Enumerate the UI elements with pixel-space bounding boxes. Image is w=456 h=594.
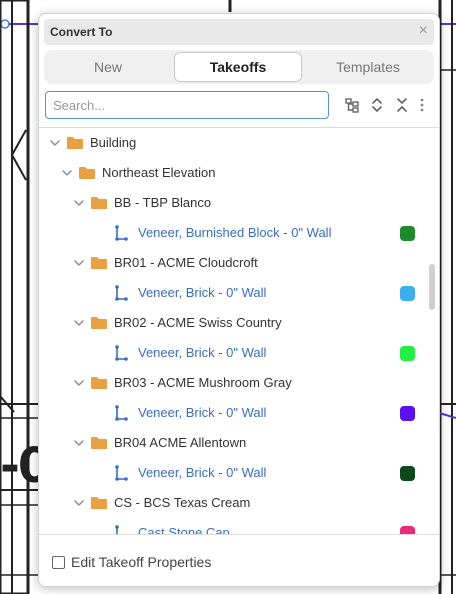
edit-takeoff-properties-label[interactable]: Edit Takeoff Properties [71,554,211,570]
chevron-down-icon[interactable] [73,497,85,509]
tree-folder-row[interactable]: BR02 - ACME Swiss Country [39,308,429,338]
linear-takeoff-icon [115,465,128,481]
color-swatch[interactable] [400,286,415,301]
edit-takeoff-properties-checkbox[interactable] [52,556,65,569]
tab-bar: New Takeoffs Templates [44,50,434,84]
chevron-down-icon[interactable] [73,197,85,209]
collapse-all-icon[interactable] [391,94,413,116]
linear-takeoff-icon [115,225,128,241]
chevron-down-icon[interactable] [73,437,85,449]
tree-folder-row[interactable]: BR01 - ACME Cloudcroft [39,248,429,278]
linear-takeoff-icon [115,525,119,534]
color-swatch[interactable] [400,406,415,421]
tree-folder-label: CS - BCS Texas Cream [114,495,251,510]
search-input[interactable] [45,91,329,119]
tab-templates[interactable]: Templates [302,52,434,82]
folder-icon [67,137,83,149]
tree-structure-icon[interactable] [341,94,363,116]
folder-icon [91,317,107,329]
tree-item-label: Veneer, Brick - 0" Wall [138,465,267,480]
folder-icon [91,377,107,389]
expand-all-icon[interactable] [366,94,388,116]
dialog-footer: Edit Takeoff Properties [39,535,439,586]
tab-takeoffs[interactable]: Takeoffs [174,52,302,82]
tree-item-row[interactable]: Cast Stone Cap [39,518,429,534]
chevron-down-icon[interactable] [73,377,85,389]
tree-folder-label: BR02 - ACME Swiss Country [114,315,282,330]
tree-folder-label: BB - TBP Blanco [114,195,212,210]
tree-item-label: Veneer, Brick - 0" Wall [138,345,267,360]
more-vertical-icon[interactable] [416,94,428,116]
color-swatch[interactable] [400,226,415,241]
tree-item-row[interactable]: Veneer, Brick - 0" Wall [39,278,429,308]
convert-to-dialog: Convert To × New Takeoffs Templates Buil… [38,13,440,587]
chevron-down-icon[interactable] [49,137,61,149]
tree-item-label: Veneer, Brick - 0" Wall [138,405,267,420]
tree-folder-row[interactable]: CS - BCS Texas Cream [39,488,429,518]
dialog-titlebar[interactable]: Convert To × [44,19,434,45]
close-icon[interactable]: × [419,22,428,40]
linear-takeoff-icon [115,405,128,421]
takeoff-tree: Building Northeast Elevation BB - TBP Blan… [39,128,439,534]
tree-folder-row[interactable]: BR04 ACME Allentown [39,428,429,458]
dialog-title: Convert To [50,25,113,39]
folder-icon [79,167,95,179]
linear-takeoff-icon [115,285,128,301]
color-swatch[interactable] [400,526,415,534]
tree-folder-label: Northeast Elevation [102,165,216,180]
tree-folder-row[interactable]: Building [39,128,429,158]
linear-takeoff-icon [115,345,128,361]
tree-folder-label: BR01 - ACME Cloudcroft [114,255,258,270]
tree-item-label: Veneer, Burnished Block - 0" Wall [138,225,332,240]
tree-item-row[interactable]: Veneer, Brick - 0" Wall [39,398,429,428]
chevron-down-icon[interactable] [73,257,85,269]
tab-new[interactable]: New [44,52,172,82]
tree-folder-row[interactable]: BR03 - ACME Mushroom Gray [39,368,429,398]
chevron-down-icon[interactable] [61,167,73,179]
chevron-down-icon[interactable] [73,317,85,329]
color-swatch[interactable] [400,346,415,361]
tree-item-label: Veneer, Brick - 0" Wall [138,285,267,300]
folder-icon [91,257,107,269]
tree-folder-row[interactable]: BB - TBP Blanco [39,188,429,218]
folder-icon [91,197,107,209]
tree-folder-row[interactable]: Northeast Elevation [39,158,429,188]
tree-item-row[interactable]: Veneer, Burnished Block - 0" Wall [39,218,429,248]
tree-folder-label: Building [90,135,137,150]
tree-item-row[interactable]: Veneer, Brick - 0" Wall [39,458,429,488]
folder-icon [91,497,107,509]
tree-folder-label: BR04 ACME Allentown [114,435,247,450]
tree-item-row[interactable]: Veneer, Brick - 0" Wall [39,338,429,368]
tree-item-label: Cast Stone Cap [138,525,230,534]
tree-scrollbar[interactable] [429,264,435,310]
color-swatch[interactable] [400,466,415,481]
tree-folder-label: BR03 - ACME Mushroom Gray [114,375,292,390]
folder-icon [91,437,107,449]
